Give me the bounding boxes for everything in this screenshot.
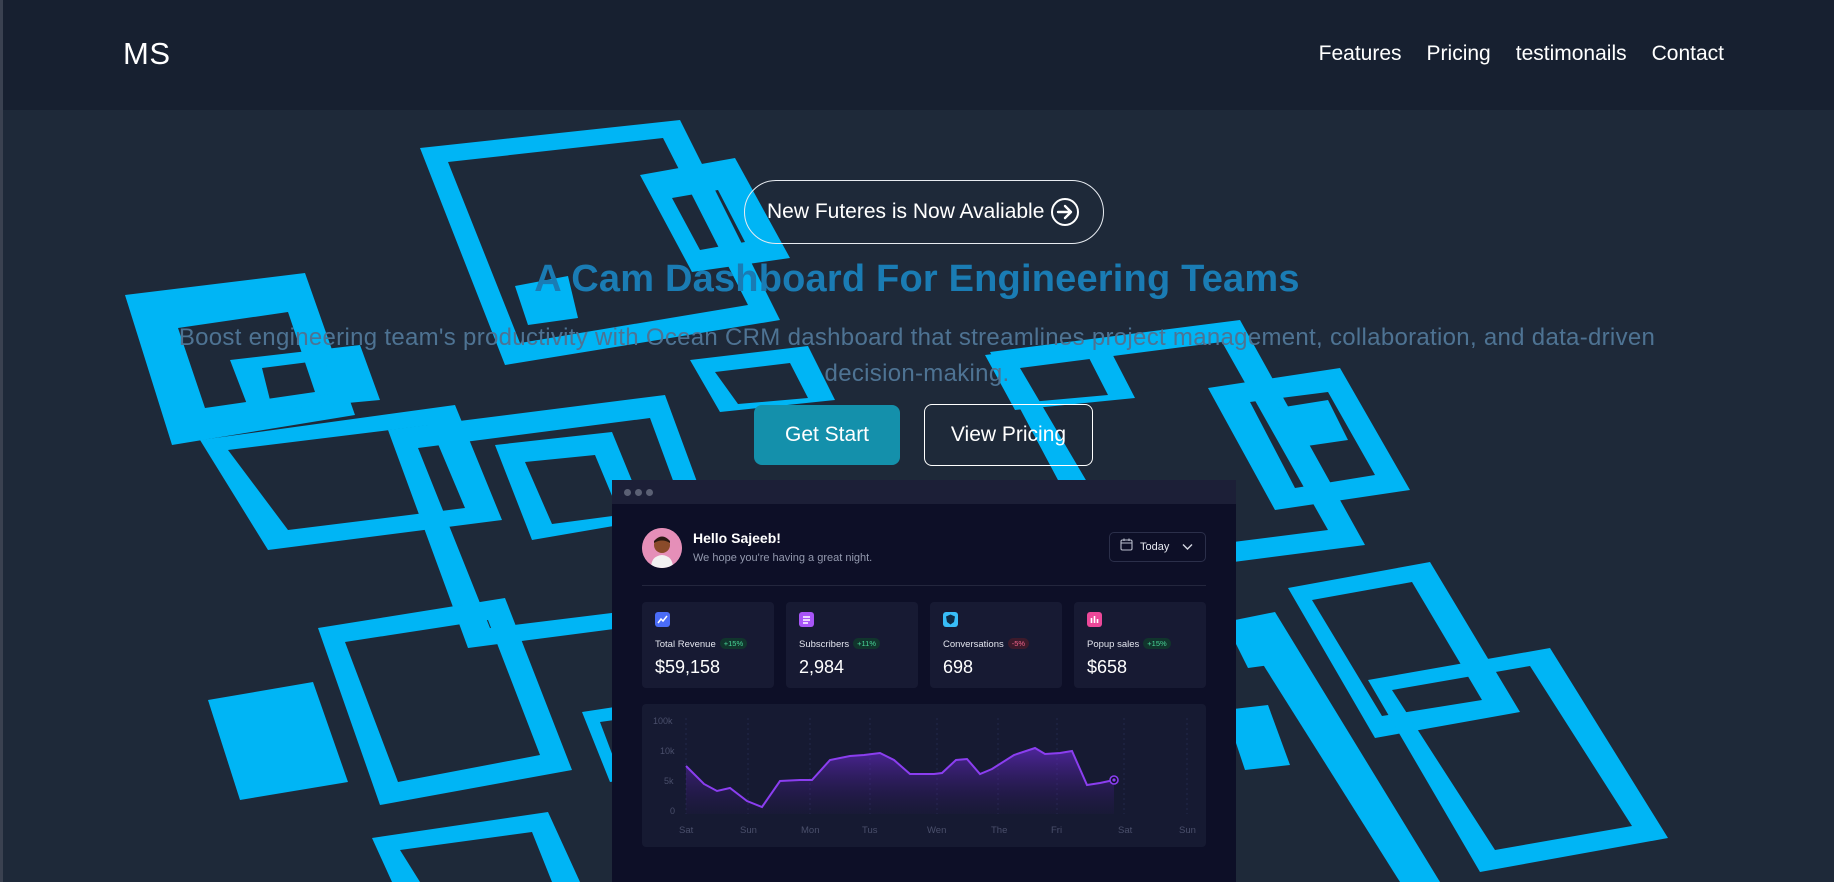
trend-badge: +15%: [1143, 638, 1171, 649]
stat-value: 2,984: [799, 657, 845, 677]
date-filter-label: Today: [1140, 541, 1170, 553]
announcement-pill[interactable]: New Futeres is Now Avaliable: [744, 180, 1104, 244]
chart-point-dot: [1112, 778, 1116, 782]
view-pricing-button[interactable]: View Pricing: [924, 404, 1093, 466]
window-dot-icon: [635, 489, 642, 496]
y-tick-label: 10k: [660, 746, 675, 756]
x-tick-label: Tus: [862, 825, 878, 836]
dashboard-preview: Hello Sajeeb! We hope you're having a gr…: [612, 480, 1236, 882]
x-tick-label: The: [991, 825, 1007, 836]
x-tick-label: Sun: [1179, 825, 1196, 836]
window-dot-icon: [624, 489, 631, 496]
chevron-down-icon: [1182, 538, 1193, 556]
calendar-icon: [1120, 538, 1133, 556]
x-tick-label: Sun: [740, 825, 757, 836]
stat-card-popup-sales[interactable]: Popup sales +15% $658: [1074, 602, 1206, 688]
nav-links: Features Pricing testimonails Contact: [1319, 42, 1724, 66]
avatar[interactable]: [642, 528, 682, 568]
chart-y-axis: 100k 10k 5k 0: [653, 716, 675, 816]
x-tick-label: Sat: [679, 825, 694, 836]
revenue-chart: 100k 10k 5k 0 Sat Sun Mon Tus Wen The Fr…: [642, 704, 1206, 847]
x-tick-label: Mon: [801, 825, 819, 836]
trend-badge: -5%: [1007, 638, 1030, 649]
greeting-title: Hello Sajeeb!: [693, 530, 781, 546]
stat-card-subscribers[interactable]: Subscribers +11% 2,984: [786, 602, 918, 688]
y-tick-label: 5k: [664, 776, 674, 786]
chart-area: [686, 748, 1114, 814]
brand-logo[interactable]: MS: [123, 36, 171, 72]
stat-label: Subscribers +11%: [799, 638, 881, 650]
window-edge: [0, 0, 3, 882]
stat-value: $658: [1087, 657, 1128, 677]
document-icon: [799, 612, 814, 627]
stat-value: 698: [943, 657, 974, 677]
bar-chart-icon: [1087, 612, 1102, 627]
hero-headline: A Cam Dashboard For Engineering Teams: [534, 258, 1300, 300]
window-dot-icon: [646, 489, 653, 496]
nav-link-pricing[interactable]: Pricing: [1427, 42, 1491, 66]
chart-canvas: 100k 10k 5k 0 Sat Sun Mon Tus Wen The Fr…: [653, 716, 1196, 836]
announcement-text: New Futeres is Now Avaliable: [767, 200, 1045, 223]
stat-label: Popup sales +15%: [1087, 638, 1171, 650]
stat-card-total-revenue[interactable]: Total Revenue +15% $59,158: [642, 602, 774, 688]
hero-section: New Futeres is Now Avaliable A Cam Dashb…: [0, 110, 1834, 882]
hero-subtext: Boost engineering team's productivity wi…: [178, 324, 1656, 387]
chart-up-icon: [655, 612, 670, 627]
y-tick-label: 100k: [653, 716, 673, 726]
divider: [642, 585, 1206, 586]
trend-badge: +11%: [853, 638, 881, 649]
stat-card-conversations[interactable]: Conversations -5% 698: [930, 602, 1062, 688]
chart-x-axis: Sat Sun Mon Tus Wen The Fri Sat Sun: [679, 825, 1196, 836]
trend-badge: +15%: [719, 638, 748, 649]
stat-value: $59,158: [655, 657, 721, 677]
arrow-right-circle-icon: [1050, 197, 1080, 227]
get-start-button[interactable]: Get Start: [754, 405, 900, 465]
greeting-subtitle: We hope you're having a great night.: [693, 552, 873, 564]
window-titlebar: [612, 480, 1236, 504]
x-tick-label: Wen: [927, 825, 946, 836]
nav-link-testimonials[interactable]: testimonails: [1516, 42, 1627, 66]
x-tick-label: Sat: [1118, 825, 1133, 836]
nav-link-contact[interactable]: Contact: [1652, 42, 1724, 66]
nav-link-features[interactable]: Features: [1319, 42, 1402, 66]
date-filter-dropdown[interactable]: Today: [1109, 532, 1206, 562]
navbar: MS Features Pricing testimonails Contact: [0, 0, 1834, 110]
y-tick-label: 0: [670, 806, 675, 816]
shield-icon: [943, 612, 958, 627]
x-tick-label: Fri: [1051, 825, 1062, 836]
stat-label: Conversations -5%: [943, 638, 1030, 650]
stat-label: Total Revenue +15%: [655, 638, 748, 650]
